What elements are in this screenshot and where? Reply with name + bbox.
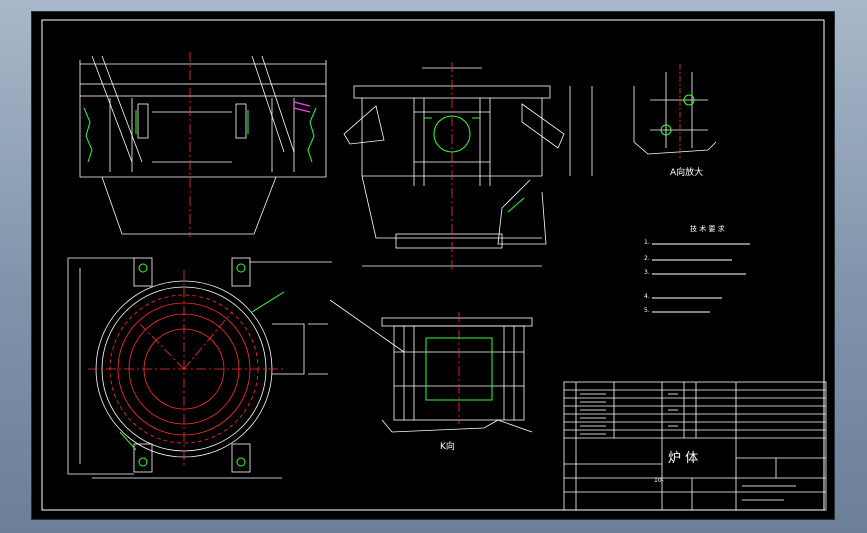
k-view-label: K向	[440, 442, 455, 452]
k-view	[329, 299, 533, 433]
title-block	[563, 381, 827, 511]
plan-view-centerlines	[88, 270, 284, 468]
tech-requirements-title: 技 术 要 求	[690, 225, 725, 233]
tech-req-item-3: 3.	[644, 269, 650, 276]
tech-req-item-1: 1.	[644, 239, 650, 246]
drawing-name: 炉 体	[668, 451, 699, 466]
plan-view	[67, 257, 332, 479]
detail-a-label: A向放大	[670, 168, 704, 178]
front-view-green-welds	[83, 107, 317, 163]
title-block-prefix: 10-	[654, 477, 664, 484]
tech-req-item-4: 4.	[644, 293, 650, 300]
drawing-canvas	[41, 19, 827, 511]
tech-req-item-5: 5.	[644, 307, 650, 314]
detail-a	[633, 72, 717, 155]
front-view-magenta-flange	[293, 101, 311, 113]
side-view	[343, 67, 593, 267]
side-view-green	[424, 115, 525, 213]
tech-req-item-2: 2.	[644, 255, 650, 262]
front-view	[79, 55, 327, 235]
drawing-border	[41, 19, 825, 511]
title-block-text-marks	[580, 393, 796, 501]
cad-viewport[interactable]: A向放大 K向 技 术 要 求 1. 2. 3. 4. 5. 炉 体 10-	[32, 12, 834, 519]
tech-requirements-lines	[652, 243, 750, 313]
